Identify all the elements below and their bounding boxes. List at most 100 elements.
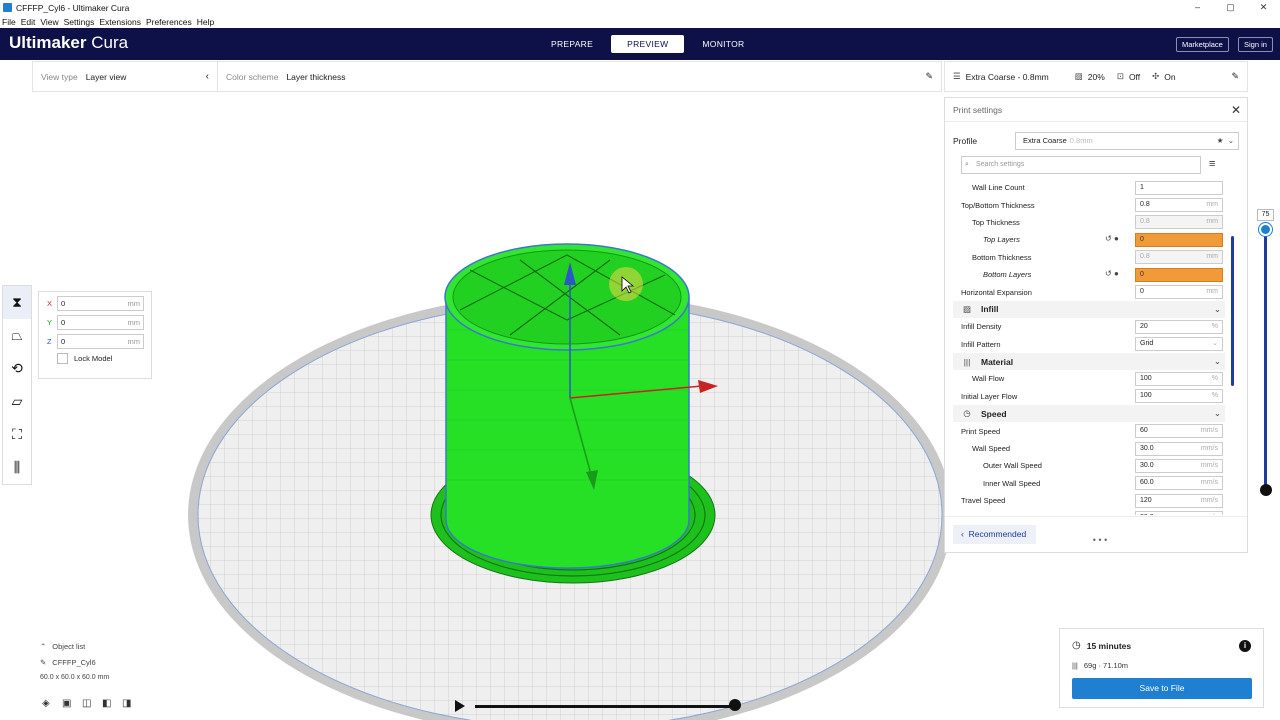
clock-icon: ◷ <box>1072 640 1081 651</box>
adhesion-summary: ✣ On <box>1152 71 1176 82</box>
setting-value-input[interactable]: 60 mm/s <box>1135 424 1223 439</box>
reset-icon[interactable]: ↺ <box>1105 269 1112 278</box>
tab-preview[interactable]: PREVIEW <box>611 35 685 53</box>
setting-value-input[interactable]: 0 mm <box>1135 285 1223 300</box>
tab-monitor[interactable]: MONITOR <box>686 35 760 53</box>
per-model-settings-icon[interactable]: ⛶ <box>3 418 31 451</box>
setting-value-input[interactable]: 30.0mm/s <box>1135 441 1223 456</box>
category-icon: ◷ <box>963 408 971 419</box>
setting-value-input[interactable]: 100% <box>1135 371 1223 386</box>
setting-value-input[interactable]: 20% <box>1135 319 1223 334</box>
play-icon[interactable] <box>455 700 465 712</box>
settings-list: Wall Line Count 1 Top/Bottom Thickness 0.8 m… <box>953 179 1225 515</box>
menu-settings[interactable]: Settings <box>64 17 95 27</box>
setting-value-input[interactable]: 0.8 mm <box>1135 198 1223 213</box>
print-settings-footer: ‹ Recommended • • • <box>945 516 1247 552</box>
menu-view[interactable]: View <box>40 17 58 27</box>
menu-file[interactable]: File <box>2 17 16 27</box>
app-header: Ultimaker Cura PREPARE PREVIEW MONITOR M… <box>0 28 1280 60</box>
reset-icon[interactable]: ↺ <box>1105 234 1112 243</box>
settings-scrollbar[interactable] <box>1231 236 1234 386</box>
category-label: Material <box>981 356 1014 367</box>
close-window-icon[interactable]: ✕ <box>1247 0 1280 15</box>
setting-value-input[interactable]: 60.0 mm/s <box>1135 476 1223 491</box>
category-material[interactable]: ||| Material ⌄ <box>953 352 1225 371</box>
category-infill[interactable]: ▨ Infill ⌄ <box>953 300 1225 319</box>
support-blocker-icon[interactable]: ⫼ <box>3 451 31 484</box>
scale-tool-icon[interactable]: ⏢ <box>3 319 31 352</box>
setting-value-input[interactable]: 0 <box>1135 232 1223 247</box>
menu-extensions[interactable]: Extensions <box>99 17 141 27</box>
x-input[interactable]: 0 mm <box>57 296 144 311</box>
chevron-left-icon[interactable]: ‹ <box>206 71 209 82</box>
setting-label: Infill Density <box>961 322 1002 332</box>
setting-value-input[interactable]: 30.0mm/s <box>1135 511 1223 515</box>
setting-row: Infill Density 20% <box>953 318 1225 335</box>
setting-value-input[interactable]: 30.0mm/s <box>1135 458 1223 473</box>
info-icon[interactable]: i <box>1239 640 1251 652</box>
top-view-icon[interactable]: ◫ <box>82 698 102 709</box>
setting-value-input[interactable]: 120 mm/s <box>1135 493 1223 508</box>
cura-app-icon <box>3 3 12 12</box>
color-scheme-label: Color scheme <box>226 71 279 82</box>
layer-number-input[interactable]: 75 <box>1257 209 1274 221</box>
maximize-icon[interactable]: ▢ <box>1214 0 1247 15</box>
function-icon[interactable]: ● <box>1114 269 1119 278</box>
left-view-icon[interactable]: ◧ <box>102 698 122 709</box>
setting-value-input[interactable]: 1 <box>1135 180 1223 195</box>
move-tool-icon[interactable]: ⧗ <box>3 286 31 319</box>
setting-label: Bottom Thickness <box>972 252 1032 262</box>
resize-handle-icon[interactable]: • • • <box>1090 535 1110 547</box>
setting-value-input[interactable]: 0.8 mm <box>1135 215 1223 230</box>
setting-value-input[interactable]: 0.8 mm <box>1135 250 1223 265</box>
material-estimate: ||| 69g · 71.10m <box>1072 661 1129 670</box>
path-slider-track[interactable] <box>475 705 737 708</box>
tab-prepare[interactable]: PREPARE <box>535 35 609 53</box>
setting-label: Top Layers <box>983 235 1020 245</box>
star-icon[interactable]: ★ <box>1217 136 1224 145</box>
profile-dropdown[interactable]: Extra Coarse 0.8mm ★ ⌄ <box>1015 132 1239 150</box>
settings-menu-icon[interactable]: ≡ <box>1209 158 1215 170</box>
lock-model-row[interactable]: Lock Model <box>47 353 151 364</box>
pencil-icon[interactable]: ✎ <box>1231 71 1239 82</box>
layer-slider-track[interactable] <box>1264 228 1267 490</box>
search-settings-input[interactable]: ⌕ Search settings <box>961 156 1201 174</box>
setting-value-input[interactable]: Grid ⌄ <box>1135 337 1223 352</box>
setting-value-input[interactable]: 0 <box>1135 267 1223 282</box>
layer-slider-bottom-handle[interactable] <box>1260 484 1272 496</box>
setting-value-input[interactable]: 100% <box>1135 389 1223 404</box>
z-input[interactable]: 0 mm <box>57 334 144 349</box>
view-type-value: Layer view <box>85 71 127 82</box>
color-scheme-selector[interactable]: Color scheme Layer thickness ✎ <box>218 62 941 91</box>
menu-edit[interactable]: Edit <box>21 17 36 27</box>
setting-label: Bottom Layers <box>983 270 1032 280</box>
setting-row: Outer Wall Speed 30.0 mm/s <box>953 457 1225 474</box>
object-dimensions: 60.0 x 60.0 x 60.0 mm <box>40 674 110 681</box>
mirror-tool-icon[interactable]: ⏥ <box>3 385 31 418</box>
lock-model-checkbox[interactable] <box>57 353 68 364</box>
menu-help[interactable]: Help <box>197 17 214 27</box>
front-view-icon[interactable]: ▣ <box>62 698 82 709</box>
sign-in-button[interactable]: Sign in <box>1238 37 1273 52</box>
y-input[interactable]: 0 mm <box>57 315 144 330</box>
object-name-row[interactable]: ✎ CFFFP_Cyl6 <box>40 658 109 667</box>
setting-label: Outer Wall Speed <box>983 461 1042 471</box>
layer-slider-top-handle[interactable] <box>1259 223 1272 236</box>
save-to-file-button[interactable]: Save to File <box>1072 678 1252 699</box>
minimize-icon[interactable]: – <box>1181 0 1214 15</box>
rotate-tool-icon[interactable]: ⟲ <box>3 352 31 385</box>
setting-label: Travel Speed <box>961 496 1006 506</box>
object-list-toggle[interactable]: ⌃ Object list <box>40 642 109 651</box>
recommended-button[interactable]: ‹ Recommended <box>953 525 1037 544</box>
close-icon[interactable]: ✕ <box>1231 103 1241 117</box>
print-setup-summary[interactable]: ☰ Extra Coarse - 0.8mm ▨ 20% ⊡ Off ✣ On ✎ <box>944 61 1248 92</box>
menu-preferences[interactable]: Preferences <box>146 17 192 27</box>
path-slider-handle[interactable] <box>729 699 741 711</box>
category-speed[interactable]: ◷ Speed ⌄ <box>953 405 1225 423</box>
marketplace-button[interactable]: Marketplace <box>1176 37 1229 52</box>
pencil-icon[interactable]: ✎ <box>925 71 933 82</box>
right-view-icon[interactable]: ◨ <box>122 698 142 709</box>
3d-view-icon[interactable]: ◈ <box>42 698 62 709</box>
function-icon[interactable]: ● <box>1114 234 1119 243</box>
view-type-selector[interactable]: View type Layer view ‹ <box>33 62 217 91</box>
